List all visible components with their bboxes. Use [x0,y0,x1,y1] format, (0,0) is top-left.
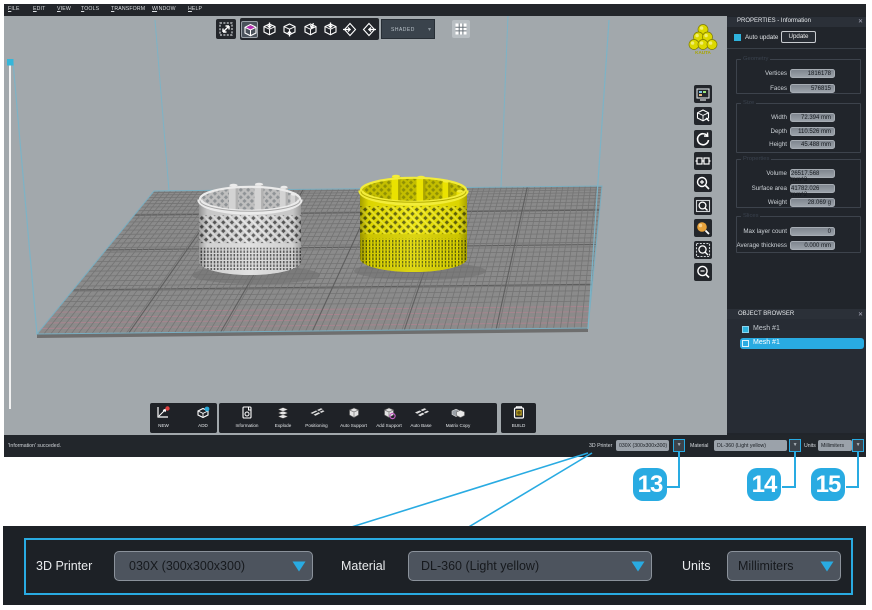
svg-text:KAUTA: KAUTA [695,50,711,55]
